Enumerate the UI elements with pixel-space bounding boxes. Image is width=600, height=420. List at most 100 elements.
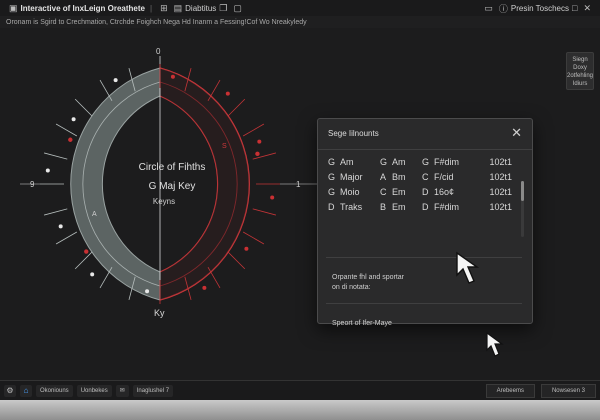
table-cell: G (380, 157, 388, 167)
box-icon[interactable]: ▢ (233, 3, 242, 14)
table-cell: C (422, 172, 429, 182)
scroll-thumb[interactable] (521, 181, 524, 201)
table-cell: G (328, 157, 336, 167)
wheel-spoke (242, 123, 265, 137)
section-text: Orpante fhl and sportar on di notata: (332, 274, 404, 291)
status-subbar: Oronam is Sgird to Crechmation, Ctrchde … (0, 16, 600, 28)
table-cell: 16o¢ (434, 187, 455, 197)
wheel-marker[interactable] (90, 272, 95, 277)
table-row[interactable]: G Moio C Em D 16o¢ 102t1 (328, 187, 512, 202)
status-a[interactable]: Arebeems (485, 383, 535, 398)
wheel-highlight-marker[interactable] (84, 249, 89, 254)
side-line: Doxy (573, 65, 587, 71)
toolbar-item[interactable]: Diabtitus (185, 4, 216, 13)
window-title: Interactive of InxLeign Oreathete (20, 3, 145, 13)
side-line: 2otfehling (567, 73, 594, 79)
wheel-left-half[interactable] (70, 67, 161, 301)
divider (326, 303, 522, 304)
table-cell: G (328, 187, 336, 197)
table-cell: F#dim (434, 157, 460, 167)
image-icon[interactable]: ▤ (174, 3, 183, 14)
bottom-item[interactable]: Uonbekes (76, 384, 112, 397)
wheel-spoke (207, 266, 221, 289)
table-cell: Am (392, 157, 406, 167)
side-line: Siegn (572, 57, 588, 63)
dialog-scrollbar[interactable] (521, 181, 524, 237)
wheel-marker[interactable] (145, 289, 150, 294)
minimize-icon[interactable]: □ (572, 3, 577, 13)
copy-icon[interactable]: ❐ (219, 3, 227, 14)
table-cell: F/cid (434, 172, 454, 182)
status-b[interactable]: Nowsesen 3 (540, 383, 596, 398)
table-cell: Am (340, 157, 354, 167)
wheel-marker[interactable] (71, 117, 76, 122)
label-top: 0 (156, 47, 161, 56)
window-restore-icon[interactable]: ▭ (484, 3, 493, 14)
side-panel-button[interactable]: Siegn Doxy 2otfehling Idiurs (566, 52, 594, 90)
wheel-marker[interactable] (45, 168, 50, 173)
subbar-text: Oronam is Sgird to Crechmation, Ctrchde … (6, 18, 307, 26)
table-row[interactable]: D Traks B Em D F#dim 102t1 (328, 202, 512, 217)
table-cell: 102t1 (489, 187, 512, 197)
table-cell: Bm (392, 172, 406, 182)
close-icon[interactable]: ✕ (511, 125, 522, 141)
wheel-spoke (55, 231, 78, 245)
wheel-spoke (43, 208, 68, 216)
settings-icon[interactable]: ⚙ (4, 384, 16, 397)
wheel-spoke (252, 208, 277, 216)
wheel-marker[interactable] (270, 195, 275, 200)
table-cell: Em (392, 202, 406, 212)
wheel-marker[interactable] (58, 224, 63, 229)
bottom-item[interactable]: Inaglushel 7 (132, 384, 174, 397)
table-cell: G (422, 157, 430, 167)
table-row[interactable]: G Am G Am G F#dim 102t1 (328, 157, 512, 172)
wheel-spoke (227, 98, 246, 117)
table-cell: 102t1 (489, 157, 512, 167)
dialog-title: Sege Iilnounts (328, 129, 379, 138)
table-cell: Moio (340, 187, 360, 197)
wheel-spoke (207, 79, 221, 102)
table-cell: B (380, 202, 387, 212)
wheel-marker[interactable] (244, 246, 249, 251)
wheel-spoke (55, 123, 78, 137)
wheel-marker[interactable] (113, 78, 118, 83)
wheel-highlight-marker[interactable] (68, 137, 73, 142)
grid-icon[interactable]: ⊞ (160, 3, 168, 14)
wheel-marker[interactable] (257, 139, 262, 144)
wheel-highlight-marker[interactable] (255, 151, 260, 157)
table-cell: F#dim (434, 202, 460, 212)
wheel-marker[interactable] (202, 285, 207, 290)
table-row[interactable]: G Major A Bm C F/cid 102t1 (328, 172, 512, 187)
table-cell: 102t1 (489, 202, 512, 212)
table-cell: Traks (340, 202, 363, 212)
close-window-icon[interactable]: ✕ (583, 3, 591, 14)
app-logo-icon: ▣ (9, 2, 18, 13)
center-key: G Maj Key (149, 181, 196, 192)
table-cell: D (422, 202, 429, 212)
inner-label-left: A (92, 211, 97, 218)
top-right-label[interactable]: Presin Toschecs (511, 4, 569, 13)
home-icon[interactable]: ⌂ (20, 384, 32, 397)
section-text[interactable]: Speort of Ifer-Maye (332, 319, 392, 329)
bottom-item[interactable]: Okoniouns (36, 384, 73, 397)
wheel-spoke (242, 231, 265, 245)
info-icon[interactable]: ⓘ (499, 2, 508, 15)
wheel-spoke (99, 266, 113, 289)
wheel-spoke (43, 152, 68, 160)
chord-table: G Am G Am G F#dim 102t1 G Major A Bm C F/cid 102t1 G Mo… (328, 157, 512, 217)
wheel-spoke (227, 251, 246, 270)
inner-label-right: S (222, 143, 227, 150)
table-cell: G (328, 172, 336, 182)
table-cell: Major (340, 172, 363, 182)
cursor-arrow-icon (456, 251, 480, 284)
wheel-spoke (99, 79, 113, 102)
center-title: Circle of Fihths (139, 162, 206, 173)
wheel-spoke (74, 251, 93, 270)
settings-dialog[interactable]: Sege Iilnounts ✕ G Am G Am G F#dim 102t1 G Major… (317, 118, 533, 327)
wheel-marker[interactable] (170, 74, 175, 79)
label-bottom: Ky (154, 308, 165, 318)
chat-icon[interactable]: ✉ (115, 384, 129, 397)
bottom-toolbar: ⚙ ⌂ Okoniouns Uonbekes ✉ Inaglushel 7 Ar… (0, 380, 600, 400)
wheel-marker[interactable] (225, 91, 230, 96)
wheel-spoke (74, 98, 93, 117)
